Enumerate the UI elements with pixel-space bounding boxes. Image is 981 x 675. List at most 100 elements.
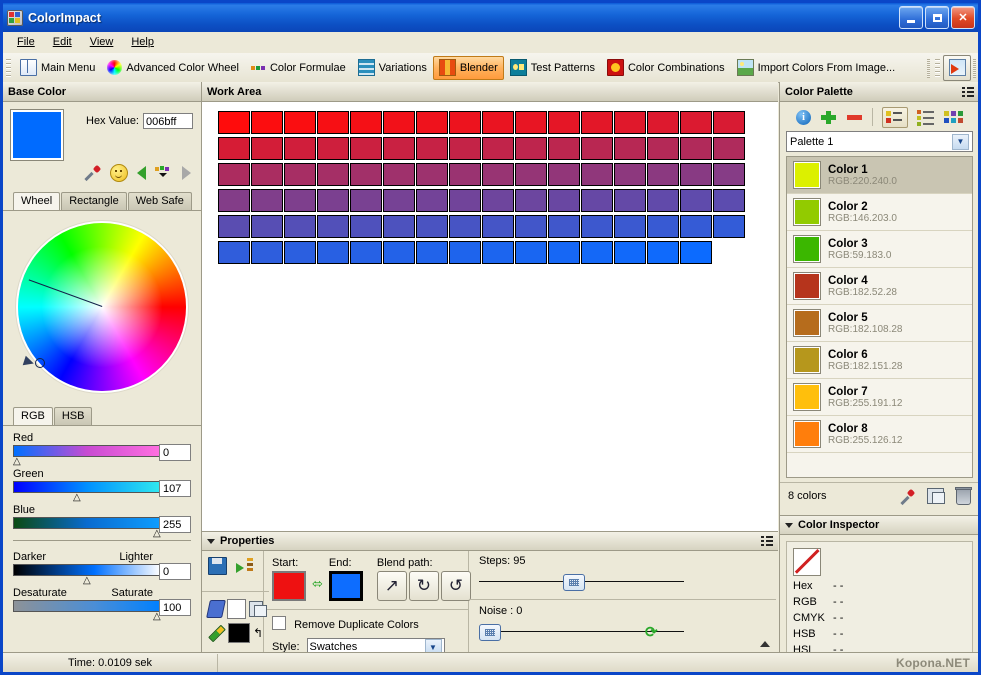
blend-swatch[interactable]	[284, 215, 316, 238]
fill-color-swatch[interactable]	[227, 599, 246, 619]
blend-swatch[interactable]	[350, 137, 382, 160]
palette-menu-icon[interactable]	[962, 86, 974, 97]
end-color-swatch[interactable]	[328, 571, 363, 601]
blend-swatch[interactable]	[284, 111, 316, 134]
base-color-swatch[interactable]	[11, 110, 63, 160]
toolbar-grip[interactable]	[6, 57, 11, 78]
menu-view[interactable]: View	[82, 34, 122, 50]
tab-web-safe[interactable]: Web Safe	[127, 192, 192, 210]
blend-swatch[interactable]	[482, 215, 514, 238]
properties-header[interactable]: Properties	[202, 532, 778, 551]
detail-view-icon[interactable]	[882, 106, 908, 128]
slider-red-thumb[interactable]: △	[13, 457, 21, 467]
palette-eyedropper-icon[interactable]	[899, 489, 915, 504]
copy-color-icon[interactable]	[248, 601, 268, 617]
slider-green-value[interactable]: 107	[159, 480, 191, 497]
direct-arrow-icon[interactable]: ↗	[376, 571, 407, 601]
toolbar-button-color-formulae[interactable]: Color Formulae	[245, 56, 352, 80]
blend-swatch[interactable]	[350, 163, 382, 186]
blend-swatch[interactable]	[251, 137, 283, 160]
blend-swatch[interactable]	[680, 163, 712, 186]
slider-green-thumb[interactable]: △	[73, 493, 81, 503]
color-wheel[interactable]	[18, 223, 186, 391]
blend-swatch[interactable]	[614, 137, 646, 160]
blend-swatch[interactable]	[614, 241, 646, 264]
remove-duplicates-checkbox[interactable]	[272, 616, 286, 630]
blend-swatch[interactable]	[581, 215, 613, 238]
blend-swatch[interactable]	[284, 241, 316, 264]
slider-red-track[interactable]	[13, 445, 161, 457]
blend-swatch[interactable]	[350, 111, 382, 134]
blend-swatch[interactable]	[449, 189, 481, 212]
palette-item-swatch[interactable]	[793, 272, 821, 300]
blend-swatch[interactable]	[614, 111, 646, 134]
tab-wheel[interactable]: Wheel	[13, 192, 61, 210]
tab-hsb[interactable]: HSB	[53, 407, 93, 425]
blend-swatch[interactable]	[350, 241, 382, 264]
blend-swatch[interactable]	[713, 137, 745, 160]
trash-icon[interactable]	[955, 486, 972, 505]
maximize-button[interactable]	[925, 6, 949, 29]
blend-swatch[interactable]	[449, 111, 481, 134]
eyedropper-icon[interactable]	[83, 165, 101, 181]
blend-swatch[interactable]	[416, 137, 448, 160]
blend-swatch[interactable]	[251, 163, 283, 186]
blend-swatch[interactable]	[647, 163, 679, 186]
blend-swatch[interactable]	[515, 241, 547, 264]
fill-bucket-icon[interactable]	[206, 600, 226, 618]
color-wheel-handle[interactable]	[35, 358, 45, 368]
pen-color-swatch[interactable]	[227, 623, 250, 643]
blend-swatch[interactable]	[614, 163, 646, 186]
blend-swatch[interactable]	[350, 189, 382, 212]
menu-help[interactable]: Help	[123, 34, 162, 50]
palette-selector[interactable]: Palette 1 ▼	[786, 131, 973, 152]
refresh-icon[interactable]: ⟳	[645, 623, 658, 641]
arrow-right-icon[interactable]	[182, 166, 191, 180]
slider-saturation-track[interactable]	[13, 600, 161, 612]
slider-lightness-value[interactable]: 0	[159, 563, 191, 580]
toolbar-button-blender[interactable]: Blender	[432, 55, 504, 80]
blend-swatch[interactable]	[482, 111, 514, 134]
palette-list-item[interactable]: Color 6 RGB:182.151.28	[787, 342, 972, 379]
blend-swatch[interactable]	[647, 189, 679, 212]
palette-list-item[interactable]: Color 2 RGB:146.203.0	[787, 194, 972, 231]
palette-list-item[interactable]: Color 3 RGB:59.183.0	[787, 231, 972, 268]
list-view-icon[interactable]	[917, 109, 935, 126]
blend-swatch[interactable]	[515, 111, 547, 134]
blend-swatch[interactable]	[218, 163, 250, 186]
tab-rgb[interactable]: RGB	[13, 407, 53, 425]
blend-swatch[interactable]	[218, 189, 250, 212]
blend-swatch[interactable]	[317, 137, 349, 160]
palette-list-item[interactable]: Color 1 RGB:220.240.0	[787, 157, 972, 194]
remove-icon[interactable]	[846, 110, 863, 125]
slider-red-value[interactable]: 0	[159, 444, 191, 461]
blend-swatch[interactable]	[251, 241, 283, 264]
blend-swatch[interactable]	[680, 215, 712, 238]
toolbar-button-variations[interactable]: Variations	[352, 56, 433, 80]
blend-swatch[interactable]	[416, 189, 448, 212]
palette-item-swatch[interactable]	[793, 309, 821, 337]
blend-swatch[interactable]	[548, 137, 580, 160]
pencil-icon[interactable]	[208, 624, 226, 643]
blend-swatch[interactable]	[614, 189, 646, 212]
blend-swatch[interactable]	[218, 137, 250, 160]
palette-item-swatch[interactable]	[793, 383, 821, 411]
smiley-icon[interactable]	[110, 164, 128, 182]
blend-swatch[interactable]	[515, 215, 547, 238]
blend-swatch[interactable]	[515, 189, 547, 212]
blend-swatch[interactable]	[383, 163, 415, 186]
blend-swatch[interactable]	[416, 241, 448, 264]
blend-swatch[interactable]	[647, 241, 679, 264]
toolbar-grip-2[interactable]	[935, 57, 940, 78]
palette-item-swatch[interactable]	[793, 346, 821, 374]
blend-swatch[interactable]	[548, 189, 580, 212]
palette-list[interactable]: Color 1 RGB:220.240.0 Color 2 RGB:146.203.0…	[786, 156, 973, 478]
blend-swatch[interactable]	[449, 241, 481, 264]
toolbar-button-advanced-color-wheel[interactable]: Advanced Color Wheel	[101, 56, 245, 80]
blend-swatch[interactable]	[548, 241, 580, 264]
close-button[interactable]: ✕	[951, 6, 975, 29]
blend-swatch[interactable]	[284, 163, 316, 186]
blend-swatch[interactable]	[713, 215, 745, 238]
palette-list-item[interactable]: Color 8 RGB:255.126.12	[787, 416, 972, 453]
blend-swatch[interactable]	[218, 241, 250, 264]
